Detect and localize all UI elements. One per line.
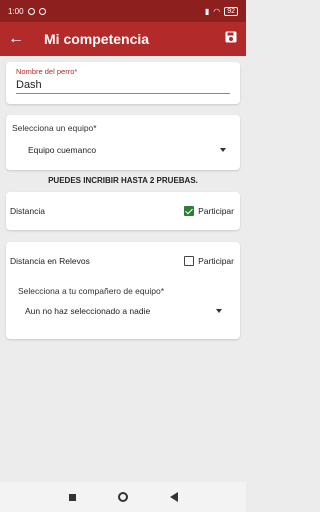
dog-name-card: Nombre del perro* Dash bbox=[6, 62, 240, 104]
participar-checkbox[interactable]: Participar bbox=[184, 206, 234, 216]
app-bar: ← Mi competencia bbox=[0, 22, 246, 56]
checkbox[interactable] bbox=[184, 206, 195, 216]
wifi-icon: ◠ bbox=[213, 6, 221, 16]
chevron-down-icon bbox=[220, 148, 226, 152]
teammate-select-value: Aun no haz seleccionado a nadie bbox=[25, 306, 151, 316]
event-name: Distancia en Relevos bbox=[10, 256, 90, 266]
battery-icon: 92 bbox=[224, 6, 238, 16]
page-title: Mi competencia bbox=[44, 31, 150, 47]
status-time: 1:00 bbox=[8, 6, 24, 16]
notification-icon bbox=[38, 7, 46, 15]
home-icon[interactable] bbox=[117, 492, 128, 502]
participar-label: Participar bbox=[198, 206, 234, 216]
event-card-distancia: Distancia Participar bbox=[6, 192, 240, 230]
save-icon[interactable] bbox=[216, 30, 246, 48]
team-select-label: Selecciona un equipo* bbox=[12, 123, 97, 133]
chevron-down-icon bbox=[216, 309, 222, 313]
dog-name-field[interactable]: Dash bbox=[16, 76, 230, 94]
team-select[interactable]: Equipo cuemanco bbox=[12, 145, 234, 155]
teammate-select[interactable]: Aun no haz seleccionado a nadie bbox=[10, 306, 234, 316]
event-name: Distancia bbox=[10, 206, 45, 216]
dog-name-label: Nombre del perro* bbox=[16, 67, 78, 76]
event-card-relevos: Distancia en Relevos Participar Seleccio… bbox=[6, 242, 240, 339]
participar-label: Participar bbox=[198, 256, 234, 266]
system-nav-bar bbox=[0, 482, 246, 512]
participar-checkbox[interactable]: Participar bbox=[184, 256, 234, 266]
notification-icon bbox=[27, 7, 35, 15]
team-card: Selecciona un equipo* Equipo cuemanco bbox=[6, 115, 240, 170]
checkbox[interactable] bbox=[184, 256, 195, 266]
back-icon[interactable] bbox=[169, 492, 178, 502]
arrow-left-icon[interactable]: ← bbox=[0, 30, 32, 48]
signal-icon: ▮ bbox=[204, 6, 210, 16]
recents-icon[interactable] bbox=[68, 493, 76, 501]
teammate-select-label: Selecciona a tu compañero de equipo* bbox=[18, 286, 165, 296]
team-select-value: Equipo cuemanco bbox=[28, 145, 97, 155]
status-bar: 1:00 ▮ ◠ 92 bbox=[0, 0, 246, 22]
notice-text: PUEDES INCRIBIR HASTA 2 PRUEBAS. bbox=[48, 176, 198, 185]
